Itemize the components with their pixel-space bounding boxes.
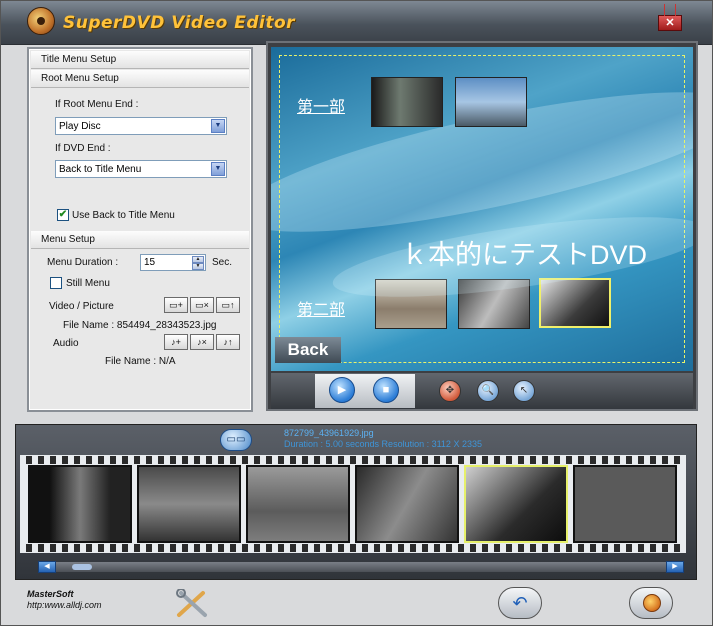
thumbnail-chapter-2-a[interactable]	[375, 279, 447, 329]
burn-button[interactable]	[629, 587, 673, 619]
update-video-button[interactable]: ▭↑	[216, 297, 240, 313]
dvd-end-value: Back to Title Menu	[59, 164, 142, 175]
dvd-end-select[interactable]: Back to Title Menu ▼	[55, 160, 227, 178]
still-menu-checkbox[interactable]	[50, 277, 62, 289]
root-menu-setup-header[interactable]: Root Menu Setup	[31, 70, 249, 88]
use-back-label: Use Back to Title Menu	[72, 210, 175, 221]
root-menu-end-value: Play Disc	[59, 121, 101, 132]
disc-title[interactable]: ｋ本的にテストDVD	[401, 233, 647, 272]
audio-file-name: File Name : N/A	[105, 356, 176, 367]
video-picture-label: Video / Picture	[49, 301, 114, 312]
add-video-button[interactable]: ▭+	[164, 297, 188, 313]
thumbnail-chapter-2-c[interactable]	[539, 278, 611, 328]
menu-preview[interactable]: 第一部 ｋ本的にテストDVD 第二部 Back	[271, 47, 693, 371]
menu-duration-label: Menu Duration :	[47, 257, 119, 268]
preview-controls: ▶ ■ ✥ 🔍 ↖	[271, 373, 693, 409]
brand-url[interactable]: http:www.alldj.com	[27, 600, 102, 610]
zoom-icon[interactable]: 🔍	[477, 380, 499, 402]
playback-controls: ▶ ■	[315, 374, 415, 408]
remove-video-button[interactable]: ▭×	[190, 297, 214, 313]
timeline-panel: ▭▭ 872799_43961929.jpg Duration : 5.00 s…	[15, 424, 697, 580]
back-button[interactable]: Back	[275, 337, 341, 363]
scroll-left-icon[interactable]: ◀	[38, 561, 56, 573]
remove-audio-button[interactable]: ♪×	[190, 334, 214, 350]
disc-logo-icon	[27, 7, 55, 35]
timeline-frame-4[interactable]	[355, 465, 459, 543]
burn-disc-icon	[643, 594, 661, 612]
selected-clip-name: 872799_43961929.jpg	[284, 428, 374, 438]
settings-panel: Title Menu Setup Root Menu Setup If Root…	[27, 47, 253, 412]
spin-down-icon[interactable]: ▼	[192, 263, 204, 270]
pointer-icon[interactable]: ↖	[513, 380, 535, 402]
title-menu-setup-header[interactable]: Title Menu Setup	[31, 51, 249, 69]
tools-icon[interactable]	[175, 589, 209, 619]
timeline-scroll-thumb[interactable]	[72, 564, 92, 570]
menu-duration-unit: Sec.	[212, 257, 233, 268]
brand-name: MasterSoft	[27, 589, 74, 599]
close-button[interactable]: ✕	[658, 4, 682, 31]
add-audio-button[interactable]: ♪+	[164, 334, 188, 350]
film-strip	[20, 455, 686, 553]
menu-duration-value: 15	[144, 257, 156, 268]
app-title: SuperDVD Video Editor	[63, 13, 296, 33]
film-strip-icon[interactable]: ▭▭	[220, 429, 252, 451]
scroll-right-icon[interactable]: ▶	[666, 561, 684, 573]
menu-setup-header[interactable]: Menu Setup	[31, 231, 249, 249]
thumbnail-chapter-2-b[interactable]	[458, 279, 530, 329]
if-root-menu-end-label: If Root Menu End :	[55, 99, 139, 110]
spin-up-icon[interactable]: ▲	[192, 256, 204, 263]
audio-label: Audio	[53, 338, 79, 349]
chapter-1-link[interactable]: 第一部	[297, 93, 345, 117]
timeline-frame-1[interactable]	[28, 465, 132, 543]
thumbnail-chapter-1-a[interactable]	[371, 77, 443, 127]
video-file-name: File Name : 854494_28343523.jpg	[63, 320, 217, 331]
timeline-scrollbar[interactable]	[38, 562, 684, 572]
thumbnail-chapter-1-b[interactable]	[455, 77, 527, 127]
root-menu-end-select[interactable]: Play Disc ▼	[55, 117, 227, 135]
timeline-frame-6[interactable]	[573, 465, 677, 543]
chevron-down-icon[interactable]: ▼	[211, 119, 225, 133]
app-window: SuperDVD Video Editor ✕ Title Menu Setup…	[0, 0, 713, 626]
menu-duration-stepper[interactable]: 15 ▲ ▼	[140, 254, 206, 271]
selected-clip-info: Duration : 5.00 seconds Resolution : 311…	[284, 439, 482, 449]
play-icon[interactable]: ▶	[329, 377, 355, 403]
chapter-2-link[interactable]: 第二部	[297, 296, 345, 320]
if-dvd-end-label: If DVD End :	[55, 143, 111, 154]
undo-button[interactable]: ↶	[498, 587, 542, 619]
update-audio-button[interactable]: ♪↑	[216, 334, 240, 350]
use-back-checkbox[interactable]: ✔	[57, 209, 69, 221]
chevron-down-icon[interactable]: ▼	[211, 162, 225, 176]
timeline-frame-3[interactable]	[246, 465, 350, 543]
timeline-frame-2[interactable]	[137, 465, 241, 543]
film-perforation-bottom	[20, 544, 686, 552]
timeline-frame-5[interactable]	[464, 465, 568, 543]
move-icon[interactable]: ✥	[439, 380, 461, 402]
title-bar: SuperDVD Video Editor ✕	[1, 1, 712, 45]
film-perforation-top	[20, 456, 686, 464]
stop-icon[interactable]: ■	[373, 377, 399, 403]
still-menu-label: Still Menu	[66, 278, 110, 289]
